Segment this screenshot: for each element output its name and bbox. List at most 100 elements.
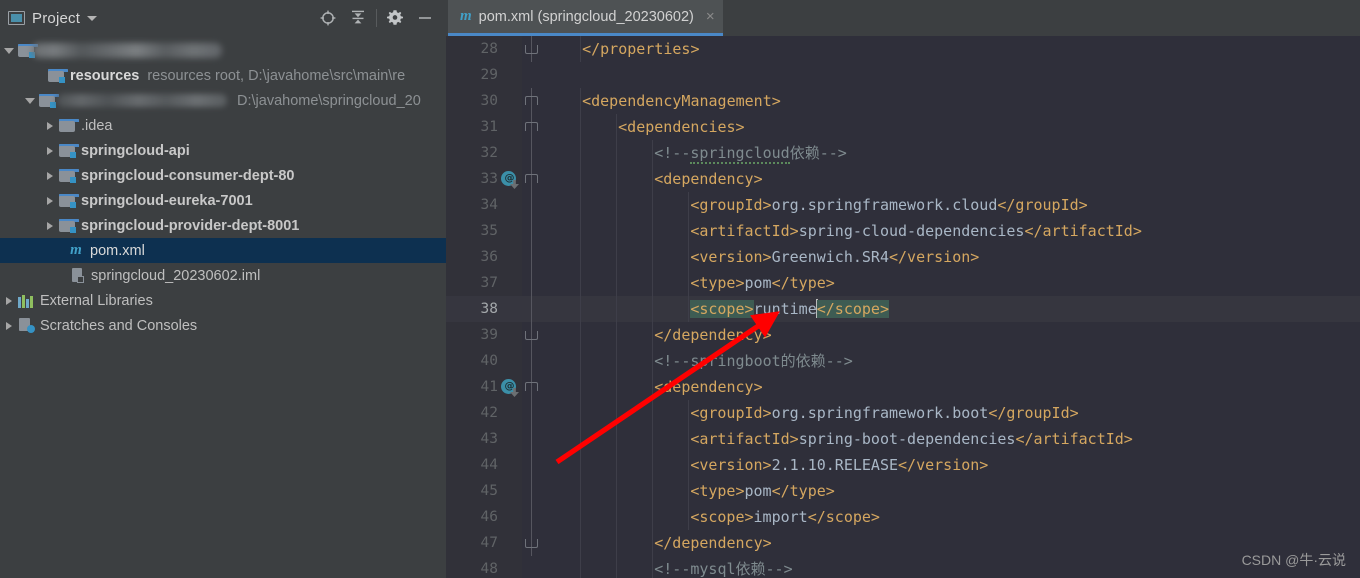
tree-row-scratches-and-consoles[interactable]: Scratches and Consoles [0,313,446,338]
code-fold-marker[interactable] [525,36,539,62]
code-text[interactable]: <dependencyManagement> [582,88,781,114]
tree-row-springcloud-eureka-7001[interactable]: springcloud-eureka-7001 [0,188,446,213]
code-fold-marker[interactable] [525,374,539,400]
tree-row-module-redacted[interactable]: D:\javahome\springcloud_20 [0,88,446,113]
chevron-down-icon[interactable] [3,45,14,56]
code-line[interactable]: 46 <scope>import</scope> [446,504,1360,530]
code-text[interactable]: <dependencies> [618,114,744,140]
tree-row-springcloud-provider-dept-8001[interactable]: springcloud-provider-dept-8001 [0,213,446,238]
code-line[interactable]: 42 <groupId>org.springframework.boot</gro… [446,400,1360,426]
code-lines[interactable]: 28 </properties> 29 30 <dependencyManagement… [446,36,1360,578]
code-text[interactable]: <dependency> [654,166,762,192]
code-line[interactable]: 33 @ <dependency> [446,166,1360,192]
settings-gear-icon[interactable] [380,4,410,32]
hide-panel-icon[interactable] [410,4,440,32]
tree-row-project-root[interactable] [0,38,446,63]
code-fold-marker[interactable] [525,88,539,114]
code-text[interactable]: <scope>runtime</scope> [690,296,889,322]
code-line[interactable]: 38 <scope>runtime</scope> [446,296,1360,322]
indent-guide [580,140,582,166]
code-line[interactable]: 29 [446,62,1360,88]
code-text[interactable]: <!--springboot的依赖--> [654,348,853,374]
code-text[interactable]: <groupId>org.springframework.boot</group… [690,400,1078,426]
chevron-right-icon[interactable] [44,220,55,231]
maven-download-icon[interactable]: @ [501,171,519,189]
chevron-right-icon[interactable] [44,145,55,156]
code-fold-marker[interactable] [525,530,539,556]
code-text[interactable]: <dependency> [654,374,762,400]
editor-tab-pom-xml[interactable]: m pom.xml (springcloud_20230602) × [448,0,723,36]
tree-row-resources[interactable]: resources resources root, D:\javahome\sr… [0,63,446,88]
library-icon [18,294,35,308]
code-text[interactable]: <artifactId>spring-cloud-dependencies</a… [690,218,1142,244]
chevron-right-icon[interactable] [44,170,55,181]
line-number: 37 [480,275,498,291]
project-panel-toolbar [313,4,440,32]
code-line[interactable]: 28 </properties> [446,36,1360,62]
chevron-down-icon[interactable] [24,95,35,106]
project-icon [8,11,25,25]
chevron-right-icon[interactable] [44,120,55,131]
code-fold-marker[interactable] [525,322,539,348]
code-viewport[interactable]: 28 </properties> 29 30 <dependencyManagement… [446,36,1360,578]
code-line[interactable]: 44 <version>2.1.10.RELEASE</version> [446,452,1360,478]
code-line[interactable]: 34 <groupId>org.springframework.cloud</gr… [446,192,1360,218]
code-fold-marker[interactable] [525,114,539,140]
code-line[interactable]: 47 </dependency> [446,530,1360,556]
indent-guide [652,400,654,426]
code-text[interactable]: <type>pom</type> [690,270,835,296]
fold-guide-line [525,296,539,322]
code-text[interactable]: <scope>import</scope> [690,504,880,530]
code-text[interactable]: </dependency> [654,322,771,348]
code-text[interactable]: <type>pom</type> [690,478,835,504]
indent-guide [652,296,654,322]
tree-row-external-libraries[interactable]: External Libraries [0,288,446,313]
close-icon[interactable]: × [706,9,715,24]
code-text[interactable]: <groupId>org.springframework.cloud</grou… [690,192,1087,218]
project-panel-title[interactable]: Project [32,10,80,27]
chevron-right-icon[interactable] [44,195,55,206]
code-line[interactable]: 40 <!--springboot的依赖--> [446,348,1360,374]
chevron-right-icon[interactable] [3,320,14,331]
collapse-all-icon[interactable] [343,4,373,32]
code-line[interactable]: 43 <artifactId>spring-boot-dependencies</… [446,426,1360,452]
tree-row-iml-file[interactable]: springcloud_20230602.iml [0,263,446,288]
tree-row-springcloud-api[interactable]: springcloud-api [0,138,446,163]
indent-guide [616,530,618,556]
chevron-right-icon[interactable] [3,295,14,306]
code-text[interactable]: <!--mysql依赖--> [654,556,792,578]
redacted-project-name [32,43,222,58]
watermark: CSDN @牛·云说 [1241,552,1346,568]
tree-label: .idea [81,117,113,134]
code-line[interactable]: 39 </dependency> [446,322,1360,348]
maven-download-icon[interactable]: @ [501,379,519,397]
code-line[interactable]: 32 <!--springcloud依赖--> [446,140,1360,166]
indent-guide [616,218,618,244]
code-text[interactable]: <artifactId>spring-boot-dependencies</ar… [690,426,1133,452]
code-fold-marker[interactable] [525,166,539,192]
code-line[interactable]: 30 <dependencyManagement> [446,88,1360,114]
locate-icon[interactable] [313,4,343,32]
code-line[interactable]: 45 <type>pom</type> [446,478,1360,504]
code-text[interactable]: <version>Greenwich.SR4</version> [690,244,979,270]
indent-guide [616,452,618,478]
code-text[interactable]: <!--springcloud依赖--> [654,140,847,166]
code-line[interactable]: 35 <artifactId>spring-cloud-dependencies<… [446,218,1360,244]
code-text[interactable]: <version>2.1.10.RELEASE</version> [690,452,988,478]
tree-row-springcloud-consumer-dept-80[interactable]: springcloud-consumer-dept-80 [0,163,446,188]
code-line[interactable]: 41 @ <dependency> [446,374,1360,400]
code-line[interactable]: 37 <type>pom</type> [446,270,1360,296]
tree-row-pom-xml[interactable]: m pom.xml [0,238,446,263]
tree-row-idea[interactable]: .idea [0,113,446,138]
indent-guide [688,192,690,218]
line-number: 36 [480,249,498,265]
code-line[interactable]: 31 <dependencies> [446,114,1360,140]
indent-guide [580,452,582,478]
code-text[interactable]: </dependency> [654,530,771,556]
code-text[interactable]: </properties> [582,36,699,62]
code-line[interactable]: 36 <version>Greenwich.SR4</version> [446,244,1360,270]
code-line[interactable]: 48 <!--mysql依赖--> [446,556,1360,578]
tree-detail: D:\javahome\springcloud_20 [237,92,421,109]
indent-guide [580,36,582,62]
chevron-down-icon[interactable] [87,15,98,21]
